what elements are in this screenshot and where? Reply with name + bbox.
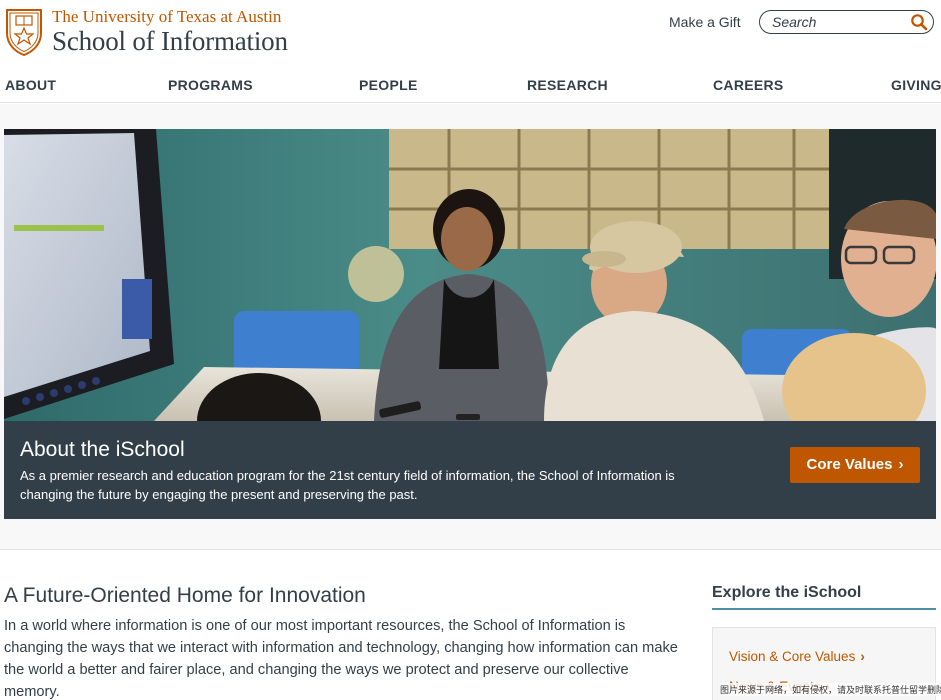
hero-title: About the iSchool <box>20 438 185 461</box>
section-title: A Future-Oriented Home for Innovation <box>4 584 366 607</box>
hero-photo <box>4 129 936 421</box>
ut-seal-icon <box>6 9 42 57</box>
make-gift-link[interactable]: Make a Gift <box>669 14 741 30</box>
sidebar-link-label: Vision & Core Values <box>729 649 856 664</box>
nav-item-about[interactable]: ABOUT <box>5 77 56 93</box>
core-values-button[interactable]: Core Values › <box>790 447 920 483</box>
hero-description: As a premier research and education prog… <box>20 468 675 502</box>
nav-item-people[interactable]: PEOPLE <box>359 77 418 93</box>
section-body: In a world where information is one of o… <box>4 618 678 700</box>
logo-school-name: School of Information <box>52 26 288 56</box>
nav-item-careers[interactable]: CAREERS <box>713 77 784 93</box>
nav-item-programs[interactable]: PROGRAMS <box>168 77 253 93</box>
search-icon[interactable] <box>910 13 928 31</box>
chevron-right-icon: › <box>860 649 865 664</box>
core-values-button-label: Core Values <box>806 456 893 473</box>
image-watermark: 图片来源于网络，如有侵权，请及时联系托普仕留学删除 <box>720 683 941 696</box>
sidebar-link-vision-core-values[interactable]: Vision & Core Values › <box>729 649 865 664</box>
logo-university-name: The University of Texas at Austin <box>52 7 282 26</box>
chevron-right-icon: › <box>898 456 904 473</box>
search-input[interactable] <box>772 13 902 31</box>
site-header: The University of Texas at Austin School… <box>0 0 941 70</box>
search-box[interactable] <box>759 10 934 34</box>
nav-item-giving[interactable]: GIVING <box>891 77 941 93</box>
site-logo[interactable]: The University of Texas at Austin School… <box>4 6 304 60</box>
hero-caption: About the iSchool As a premier research … <box>4 421 936 519</box>
nav-item-research[interactable]: RESEARCH <box>527 77 608 93</box>
sidebar-title: Explore the iSchool <box>712 584 936 610</box>
hero-photo-illustration <box>4 129 936 421</box>
main-nav: ABOUT PROGRAMS PEOPLE RESEARCH CAREERS G… <box>0 70 941 103</box>
